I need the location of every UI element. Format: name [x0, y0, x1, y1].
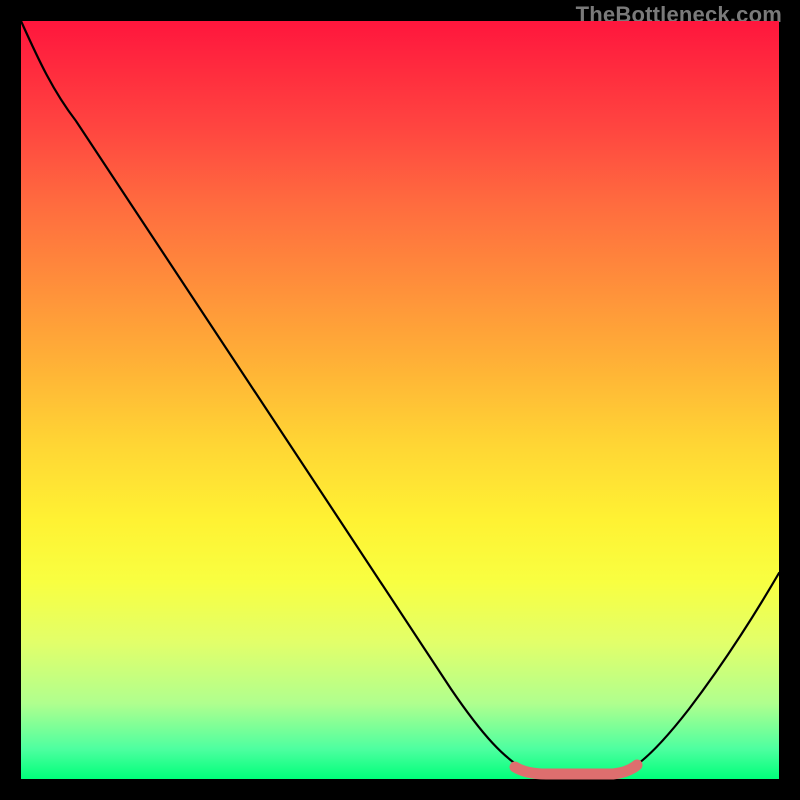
bottleneck-curve [21, 21, 779, 779]
chart-frame: TheBottleneck.com [0, 0, 800, 800]
gradient-plot-area [21, 21, 779, 779]
curve-path [21, 21, 779, 773]
plateau-marker [515, 765, 637, 774]
